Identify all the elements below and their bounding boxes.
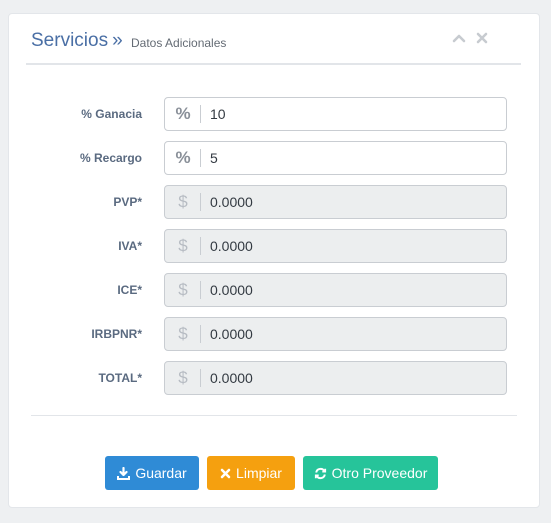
form-row-pvp: PVP* $ 0.0000 [9, 185, 539, 219]
form-row-ganancia: % Ganacia % 10 [9, 97, 539, 131]
form-row-iva: IVA* $ 0.0000 [9, 229, 539, 263]
save-button[interactable]: Guardar [105, 456, 199, 490]
field-label: IVA* [118, 239, 142, 253]
title-text: Servicios [31, 30, 109, 51]
pvp-input: 0.0000 [210, 194, 253, 210]
close-icon [220, 468, 231, 478]
irbpnr-input: 0.0000 [210, 326, 253, 342]
form-row-recargo: % Recargo % 5 [9, 141, 539, 175]
ice-input-group: $ 0.0000 [164, 273, 507, 307]
clear-button[interactable]: Limpiar [207, 456, 295, 490]
clear-label: Limpiar [236, 465, 282, 481]
iva-input: 0.0000 [210, 238, 253, 254]
field-label: % Recargo [79, 151, 142, 165]
other-provider-label: Otro Proveedor [331, 465, 428, 481]
field-label: ICE* [117, 283, 142, 297]
field-label: TOTAL* [98, 371, 142, 385]
title-separator: » [112, 30, 123, 51]
field-label: PVP* [113, 195, 142, 209]
field-label: IRBPNR* [91, 327, 142, 341]
close-icon[interactable] [475, 31, 489, 45]
page-title: Servicios» [31, 30, 123, 52]
dollar-icon: $ [165, 186, 201, 218]
recargo-input-group[interactable]: % 5 [164, 141, 507, 175]
ganancia-input-group[interactable]: % 10 [164, 97, 507, 131]
save-label: Guardar [135, 465, 187, 481]
dollar-icon: $ [165, 362, 201, 394]
form-row-irbpnr: IRBPNR* $ 0.0000 [9, 317, 539, 351]
dollar-icon: $ [165, 274, 201, 306]
divider [31, 415, 517, 416]
panel: Servicios» Datos Adicionales % Ganacia %… [8, 13, 540, 508]
other-provider-button[interactable]: Otro Proveedor [303, 456, 438, 490]
dollar-icon: $ [165, 230, 201, 262]
panel-header: Servicios» Datos Adicionales [26, 14, 521, 65]
dollar-icon: $ [165, 318, 201, 350]
total-input: 0.0000 [210, 370, 253, 386]
chevron-up-icon[interactable] [452, 31, 466, 45]
total-input-group: $ 0.0000 [164, 361, 507, 395]
recargo-input[interactable]: 5 [210, 150, 218, 166]
percent-icon: % [165, 98, 201, 130]
ganancia-input[interactable]: 10 [210, 106, 226, 122]
pvp-input-group: $ 0.0000 [164, 185, 507, 219]
form-row-total: TOTAL* $ 0.0000 [9, 361, 539, 395]
form-row-ice: ICE* $ 0.0000 [9, 273, 539, 307]
download-icon [117, 466, 131, 480]
percent-icon: % [165, 142, 201, 174]
irbpnr-input-group: $ 0.0000 [164, 317, 507, 351]
refresh-icon [314, 467, 326, 479]
ice-input: 0.0000 [210, 282, 253, 298]
subtitle: Datos Adicionales [131, 36, 227, 50]
iva-input-group: $ 0.0000 [164, 229, 507, 263]
field-label: % Ganacia [81, 107, 142, 121]
